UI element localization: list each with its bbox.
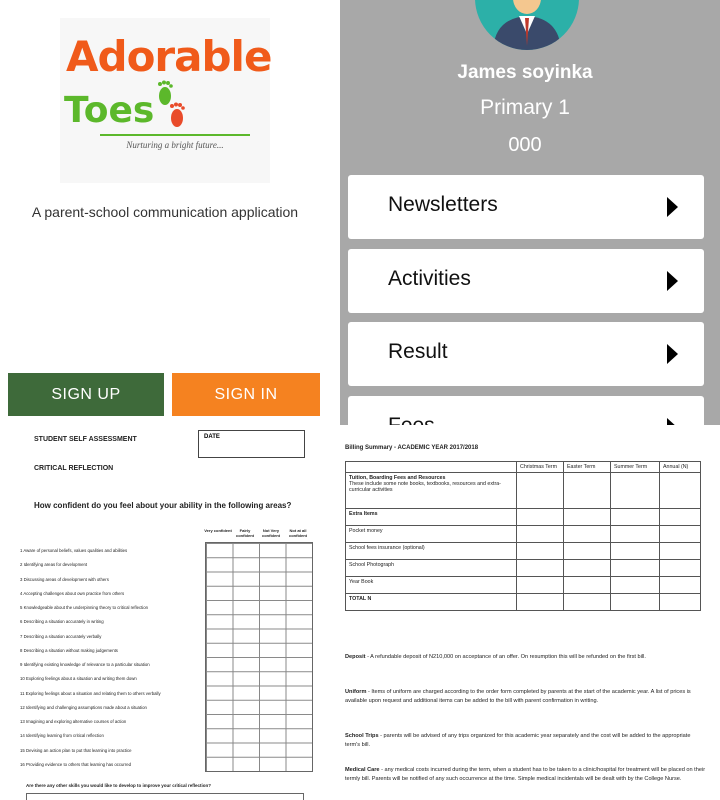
- column-header: Easter Term: [563, 461, 611, 473]
- column-header: Very confident: [204, 528, 232, 533]
- billing-table: Christmas Term Easter Term Summer Term A…: [345, 461, 701, 611]
- play-arrow-icon: [667, 197, 678, 217]
- self-assessment-form: STUDENT SELF ASSESSMENT DATE CRITICAL RE…: [0, 428, 332, 800]
- uniform-label: Uniform: [345, 689, 367, 695]
- menu-item-activities[interactable]: Activities: [348, 249, 704, 313]
- menu-item-label: Newsletters: [388, 193, 498, 216]
- medical-label: Medical Care: [345, 767, 380, 773]
- date-label: DATE: [204, 434, 220, 440]
- student-name: James soyinka: [457, 62, 593, 83]
- column-header: Annual (N): [659, 461, 701, 473]
- list-item: 15 Devising an action plan to put that l…: [20, 747, 132, 753]
- medical-paragraph: Medical Care - any medical costs incurre…: [345, 767, 706, 782]
- list-item: 16 Providing evidence to others that lea…: [20, 761, 132, 767]
- billing-summary: Billing Summary - ACADEMIC YEAR 2017/201…: [325, 428, 720, 800]
- deposit-label: Deposit: [345, 654, 366, 660]
- list-item: 14 Identifying learning from critical re…: [20, 733, 104, 739]
- row-label: Pocket money: [345, 525, 517, 543]
- list-item: 7 Describing a situation accurately verb…: [20, 633, 102, 639]
- section-heading: CRITICAL REFLECTION: [34, 465, 114, 472]
- app-logo: Adorable Toes Nurturing a bright future.…: [60, 18, 272, 183]
- row-label: Extra Items: [349, 511, 378, 517]
- deposit-paragraph: Deposit - A refundable deposit of N210,0…: [345, 654, 646, 660]
- list-item: 8 Describing a situation without making …: [20, 647, 118, 653]
- logo-text-toes: Toes: [64, 90, 155, 131]
- landing-screen: Adorable Toes Nurturing a bright future.…: [0, 0, 333, 425]
- row-label: School Photograph: [345, 559, 517, 577]
- column-header: Summer Term: [610, 461, 660, 473]
- column-header: Not Very confident: [262, 528, 280, 538]
- play-arrow-icon: [667, 418, 678, 425]
- footer-question: Are there any other skills you would lik…: [26, 783, 212, 788]
- table-row: School fees insurance (optional): [345, 542, 701, 560]
- logo-text-adorable: Adorable: [66, 32, 272, 81]
- footprints-icon: [158, 80, 185, 127]
- row-label: TOTAL N: [349, 596, 372, 602]
- table-row: School Photograph: [345, 559, 701, 577]
- table-row: Extra Items: [345, 508, 701, 526]
- uniform-paragraph: Uniform - Items of uniform are charged a…: [345, 689, 691, 704]
- row-note: These include some note books, textbooks…: [349, 481, 501, 493]
- table-row: Tuition, Boarding Fees and Resources Thes…: [345, 472, 701, 509]
- list-item: 12 Identifying and challenging assumptio…: [20, 704, 147, 710]
- date-field[interactable]: DATE: [198, 430, 305, 458]
- table-header-row: Christmas Term Easter Term Summer Term A…: [345, 461, 701, 473]
- rating-grid[interactable]: [205, 542, 313, 772]
- list-item: 5 Knowledgeable about the underpinning t…: [20, 605, 149, 610]
- list-item: 4 Accepting challenges about own practic…: [20, 590, 125, 596]
- menu-item-label: Fees: [388, 414, 435, 425]
- logo-divider: [100, 134, 250, 136]
- list-item: 9 Identifying existing knowledge of rele…: [20, 662, 150, 667]
- play-arrow-icon: [667, 271, 678, 291]
- table-row: TOTAL N: [345, 593, 701, 611]
- play-arrow-icon: [667, 344, 678, 364]
- list-item: 11 Exploring feelings about a situation …: [20, 690, 161, 696]
- student-id: 000: [508, 134, 542, 156]
- person-icon: [493, 0, 561, 50]
- profile-screen: James soyinka Primary 1 000 Newsletters …: [340, 0, 720, 425]
- table-row: Year Book: [345, 576, 701, 594]
- footer-answer-box[interactable]: [26, 793, 304, 800]
- list-item: 13 Imagining and exploring alternative c…: [20, 719, 127, 724]
- list-item: 1 Aware of personal beliefs, values qual…: [20, 548, 128, 553]
- trips-label: School Trips: [345, 733, 379, 739]
- column-header: Not at all confident: [289, 528, 307, 538]
- sign-up-button[interactable]: SIGN UP: [8, 373, 164, 416]
- column-header: Fairly confident: [236, 528, 254, 538]
- column-header: Christmas Term: [516, 461, 564, 473]
- sign-in-button[interactable]: SIGN IN: [172, 373, 320, 416]
- list-item: 2 Identifying areas for development: [20, 562, 88, 568]
- list-item: 3 Discussing areas of development with o…: [20, 576, 109, 582]
- logo-tagline: Nurturing a bright future...: [126, 140, 224, 150]
- menu-item-label: Result: [388, 340, 448, 363]
- list-item: 6 Describing a situation accurately in w…: [20, 619, 104, 625]
- menu-item-label: Activities: [388, 267, 471, 290]
- list-item: 10 Exploring feelings about a situation …: [20, 676, 137, 682]
- student-class: Primary 1: [480, 96, 570, 119]
- app-description: A parent-school communication applicatio…: [31, 204, 299, 220]
- table-row: Pocket money: [345, 525, 701, 543]
- row-label: School fees insurance (optional): [345, 542, 517, 560]
- assessment-question: How confident do you feel about your abi…: [34, 501, 292, 510]
- menu-item-fees[interactable]: Fees: [348, 396, 704, 425]
- form-title: STUDENT SELF ASSESSMENT: [34, 436, 137, 443]
- row-label: Year Book: [345, 576, 517, 594]
- trips-paragraph: School Trips - parents will be advised o…: [345, 733, 691, 748]
- avatar: [475, 0, 579, 50]
- billing-title: Billing Summary - ACADEMIC YEAR 2017/201…: [345, 445, 479, 451]
- menu-item-newsletters[interactable]: Newsletters: [348, 175, 704, 239]
- menu-item-result[interactable]: Result: [348, 322, 704, 386]
